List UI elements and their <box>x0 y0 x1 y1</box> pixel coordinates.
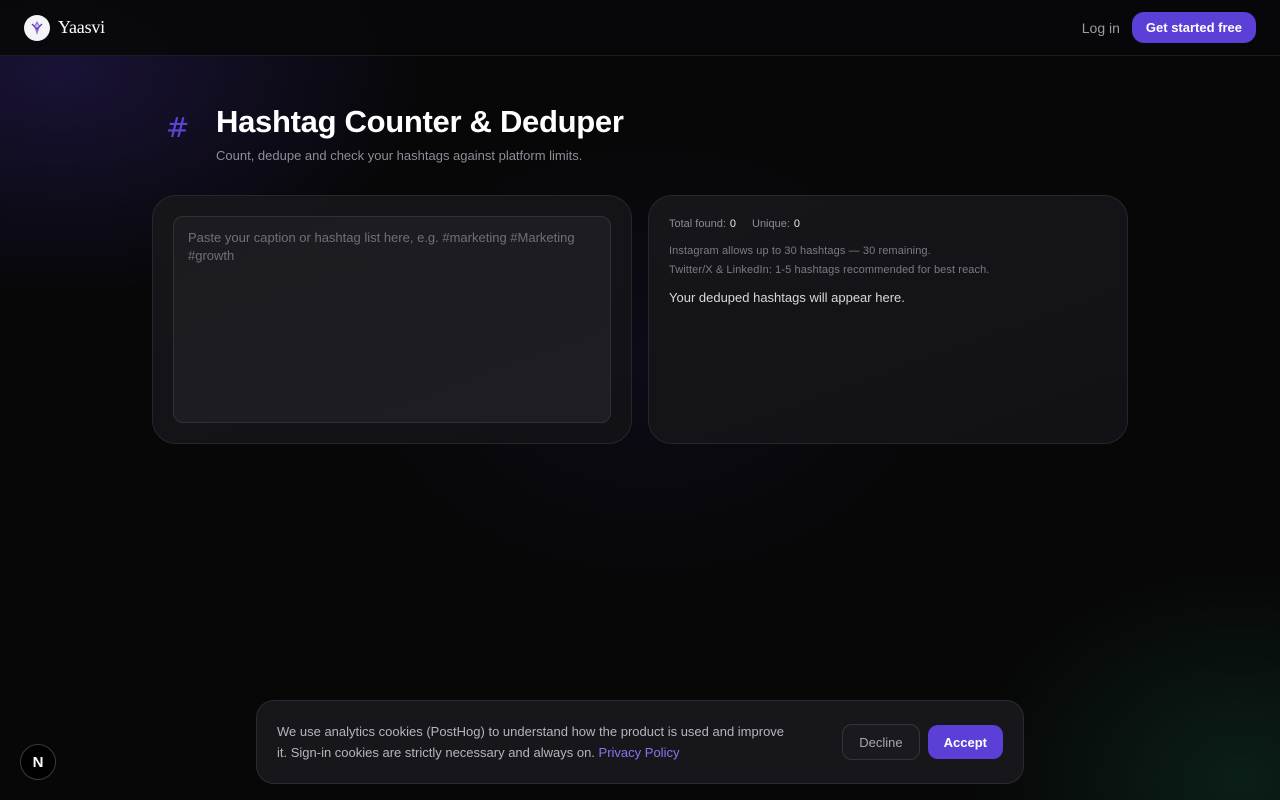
total-found-label: Total found: <box>669 218 726 230</box>
login-link[interactable]: Log in <box>1082 20 1120 36</box>
total-found-stat: Total found: 0 <box>669 218 736 230</box>
accept-button[interactable]: Accept <box>927 725 1003 759</box>
page-title: Hashtag Counter & Deduper <box>216 104 624 139</box>
stats-row: Total found: 0 Unique: 0 <box>669 218 1107 230</box>
nextjs-icon[interactable]: N <box>20 744 56 780</box>
platform-limits: Instagram allows up to 30 hashtags — 30 … <box>669 242 1107 280</box>
page-heading: # Hashtag Counter & Deduper Count, dedup… <box>166 104 624 163</box>
unique-label: Unique: <box>752 218 790 230</box>
top-navigation-bar: Yaasvi Log in Get started free <box>0 0 1280 56</box>
input-panel <box>152 195 632 444</box>
cookie-text: We use analytics cookies (PostHog) to un… <box>277 721 797 763</box>
results-empty-state: Your deduped hashtags will appear here. <box>669 290 905 305</box>
privacy-policy-link[interactable]: Privacy Policy <box>599 745 680 760</box>
heading-text: Hashtag Counter & Deduper Count, dedupe … <box>216 104 624 163</box>
cookie-banner: We use analytics cookies (PostHog) to un… <box>256 700 1024 784</box>
brand-name: Yaasvi <box>58 17 105 37</box>
get-started-button[interactable]: Get started free <box>1131 12 1256 43</box>
twitter-linkedin-note: Twitter/X & LinkedIn: 1-5 hashtags recom… <box>669 264 990 276</box>
cookie-message: We use analytics cookies (PostHog) to un… <box>277 724 785 760</box>
hashtag-icon: # <box>166 111 190 144</box>
unique-value: 0 <box>793 218 801 230</box>
hashtag-input[interactable] <box>173 216 611 423</box>
yaasvi-logo-icon <box>24 14 50 41</box>
brand[interactable]: Yaasvi <box>24 14 105 41</box>
header-actions: Log in Get started free <box>1082 12 1256 43</box>
page-subtitle: Count, dedupe and check your hashtags ag… <box>216 148 583 163</box>
cookie-actions: Decline Accept <box>842 724 1003 760</box>
instagram-limit-note: Instagram allows up to 30 hashtags — 30 … <box>669 245 931 257</box>
decline-button[interactable]: Decline <box>842 724 920 760</box>
total-found-value: 0 <box>729 218 736 230</box>
results-panel: Total found: 0 Unique: 0 Instagram allows … <box>648 195 1128 444</box>
unique-stat: Unique: 0 <box>752 218 800 230</box>
